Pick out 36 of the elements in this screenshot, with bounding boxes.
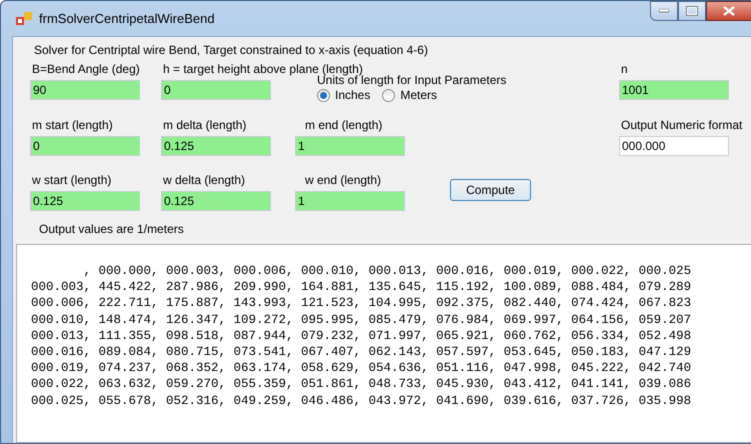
input-field[interactable]: 0.125	[30, 191, 140, 211]
output-note: Output values are 1/meters	[39, 222, 185, 236]
field-label: h = target height above plane (length)	[163, 62, 363, 76]
input-field[interactable]: 0	[30, 136, 140, 156]
field-label: m start (length)	[32, 118, 113, 132]
field-label: m delta (length)	[163, 118, 246, 132]
minimize-button[interactable]	[650, 1, 678, 21]
field-label: w end (length)	[305, 173, 382, 187]
input-field[interactable]: 1	[295, 136, 405, 156]
radio-button[interactable]	[382, 88, 396, 102]
field-label: B=Bend Angle (deg)	[32, 62, 140, 76]
output-text: , 000.000, 000.003, 000.006, 000.010, 000.013, 000.016, 000.019, 000.022, 000.025 000.003, 445.422, 287.986, 209.990, 164.881, 135.645, 115.192, 100.089, 088.484, 079.289 000.006, 222.711, 175.887, 143.993, 121.523, 104.995, 092.375, 082.440, 074.424, 067.823 000.010, 148.474, 126.347, 109.272, 095.995, 085.479, 076.984, 069.997, 064.156, 059.207 000.013, 111.355, 098.518, 087.944, 079.232, 071.997, 065.921, 060.762, 056.334, 052.498 000.016, 089.084, 080.715, 073.541, 067.407, 062.143, 057.597, 053.645, 050.183, 047.129 000.019, 074.237, 068.352, 063.174, 058.629, 054.636, 051.116, 047.998, 045.222, 042.740 000.022, 063.632, 059.270, 055.359, 051.861, 048.733, 045.930, 043.412, 041.141, 039.086 000.025, 055.678, 052.316, 049.259, 046.486, 043.972, 041.690, 039.616, 037.726, 035.998	[31, 263, 692, 409]
maximize-button[interactable]	[678, 1, 706, 21]
input-field[interactable]: 1	[295, 191, 405, 211]
close-icon	[723, 6, 735, 16]
compute-button[interactable]: Compute	[450, 179, 531, 201]
close-button[interactable]	[706, 1, 751, 21]
field-label: w delta (length)	[163, 173, 246, 187]
radio-label: Inches	[335, 88, 370, 102]
window-title: frmSolverCentripetalWireBend	[39, 10, 215, 28]
input-field[interactable]: 000.000	[619, 136, 729, 156]
input-field[interactable]: 0.125	[161, 191, 271, 211]
input-field[interactable]: 0.125	[161, 136, 271, 156]
input-field[interactable]: 90	[30, 80, 140, 100]
maximize-icon	[686, 6, 698, 16]
field-label: w start (length)	[32, 173, 112, 187]
field-label: m end (length)	[305, 118, 382, 132]
minimize-icon	[659, 9, 669, 13]
radio-button[interactable]	[317, 88, 330, 102]
field-label: n	[621, 62, 628, 76]
field-label: Output Numeric format	[621, 118, 742, 132]
radio-label: Meters	[400, 88, 438, 102]
app-icon	[16, 12, 32, 26]
input-field[interactable]: 1001	[619, 80, 729, 100]
input-field[interactable]: 0	[161, 80, 271, 100]
description-label: Solver for Centriptal wire Bend, Target constrained to x-axis (equation 4-6)	[34, 43, 429, 57]
